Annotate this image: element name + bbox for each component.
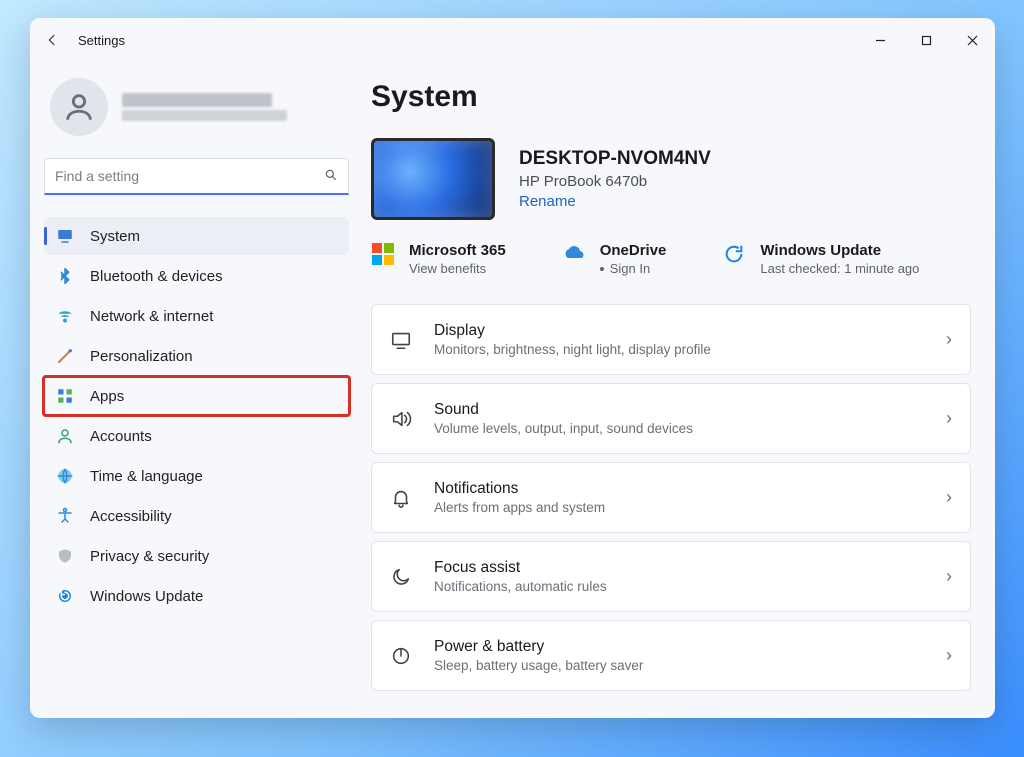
sidebar-item-label: Accounts <box>90 428 337 445</box>
search-icon <box>324 168 338 185</box>
sound-icon <box>390 408 412 430</box>
sidebar-item-accounts[interactable]: Accounts <box>44 417 349 455</box>
windows-update-card[interactable]: Windows Update Last checked: 1 minute ag… <box>722 242 919 276</box>
power-icon <box>390 645 412 667</box>
moon-icon <box>390 566 412 588</box>
profile-block[interactable] <box>44 72 349 154</box>
close-button[interactable] <box>949 25 995 55</box>
access-icon <box>56 507 74 525</box>
setting-item-focus-assist[interactable]: Focus assist Notifications, automatic rul… <box>371 541 971 612</box>
page-heading: System <box>371 80 971 114</box>
settings-window: Settings <box>30 18 995 718</box>
profile-name-blurred <box>122 93 287 121</box>
update-icon <box>56 587 74 605</box>
setting-subtitle: Volume levels, output, input, sound devi… <box>434 421 924 436</box>
sidebar-item-label: Windows Update <box>90 588 337 605</box>
avatar <box>50 78 108 136</box>
microsoft-logo-icon <box>371 242 395 266</box>
setting-title: Focus assist <box>434 559 924 577</box>
maximize-button[interactable] <box>903 25 949 55</box>
m365-card[interactable]: Microsoft 365 View benefits <box>371 242 506 276</box>
sidebar-item-accessibility[interactable]: Accessibility <box>44 497 349 535</box>
settings-list: Display Monitors, brightness, night light… <box>371 304 971 691</box>
sidebar-item-label: Network & internet <box>90 308 337 325</box>
setting-title: Power & battery <box>434 638 924 656</box>
sidebar-item-label: Privacy & security <box>90 548 337 565</box>
sidebar-item-label: Accessibility <box>90 508 337 525</box>
sidebar-item-personalization[interactable]: Personalization <box>44 337 349 375</box>
sidebar: Find a setting System Bluetooth & devices… <box>30 62 361 718</box>
sidebar-item-bluetooth-devices[interactable]: Bluetooth & devices <box>44 257 349 295</box>
wifi-icon <box>56 307 74 325</box>
onedrive-title: OneDrive <box>600 242 667 259</box>
cloud-row: Microsoft 365 View benefits OneDrive Sig… <box>371 242 971 276</box>
sidebar-item-windows-update[interactable]: Windows Update <box>44 577 349 615</box>
sidebar-item-privacy-security[interactable]: Privacy & security <box>44 537 349 575</box>
m365-sub: View benefits <box>409 261 506 276</box>
monitor-icon <box>56 227 74 245</box>
chevron-right-icon: › <box>946 329 952 350</box>
sidebar-item-time-language[interactable]: Time & language <box>44 457 349 495</box>
sidebar-item-system[interactable]: System <box>44 217 349 255</box>
m365-title: Microsoft 365 <box>409 242 506 259</box>
chevron-right-icon: › <box>946 487 952 508</box>
setting-item-display[interactable]: Display Monitors, brightness, night light… <box>371 304 971 375</box>
shield-icon <box>56 547 74 565</box>
setting-item-notifications[interactable]: Notifications Alerts from apps and system… <box>371 462 971 533</box>
sidebar-item-label: System <box>90 228 337 245</box>
apps-icon <box>56 387 74 405</box>
person-icon <box>56 427 74 445</box>
onedrive-sub: Sign In <box>600 261 667 276</box>
device-row: DESKTOP-NVOM4NV HP ProBook 6470b Rename <box>371 138 971 220</box>
display-icon <box>390 329 412 351</box>
onedrive-card[interactable]: OneDrive Sign In <box>562 242 667 276</box>
sidebar-item-label: Time & language <box>90 468 337 485</box>
setting-subtitle: Alerts from apps and system <box>434 500 924 515</box>
chevron-right-icon: › <box>946 645 952 666</box>
setting-title: Sound <box>434 401 924 419</box>
back-button[interactable] <box>42 30 62 50</box>
chevron-right-icon: › <box>946 408 952 429</box>
setting-title: Display <box>434 322 924 340</box>
device-model: HP ProBook 6470b <box>519 173 711 190</box>
setting-item-power-battery[interactable]: Power & battery Sleep, battery usage, bat… <box>371 620 971 691</box>
window-title: Settings <box>78 33 125 48</box>
setting-item-sound[interactable]: Sound Volume levels, output, input, sound… <box>371 383 971 454</box>
setting-title: Notifications <box>434 480 924 498</box>
titlebar: Settings <box>30 18 995 62</box>
sidebar-item-label: Personalization <box>90 348 337 365</box>
rename-link[interactable]: Rename <box>519 193 711 210</box>
bluetooth-icon <box>56 267 74 285</box>
search-input[interactable]: Find a setting <box>44 158 349 195</box>
sidebar-item-apps[interactable]: Apps <box>44 377 349 415</box>
update-icon <box>722 242 746 266</box>
search-placeholder: Find a setting <box>55 168 139 184</box>
main-content[interactable]: System DESKTOP-NVOM4NV HP ProBook 6470b … <box>361 62 995 718</box>
sidebar-item-label: Apps <box>90 388 337 405</box>
minimize-button[interactable] <box>857 25 903 55</box>
update-sub: Last checked: 1 minute ago <box>760 261 919 276</box>
sidebar-nav: System Bluetooth & devices Network & inter… <box>44 217 349 615</box>
globe-icon <box>56 467 74 485</box>
sidebar-item-label: Bluetooth & devices <box>90 268 337 285</box>
bell-icon <box>390 487 412 509</box>
onedrive-icon <box>562 242 586 266</box>
sidebar-item-network-internet[interactable]: Network & internet <box>44 297 349 335</box>
setting-subtitle: Sleep, battery usage, battery saver <box>434 658 924 673</box>
device-thumbnail[interactable] <box>371 138 495 220</box>
setting-subtitle: Notifications, automatic rules <box>434 579 924 594</box>
update-title: Windows Update <box>760 242 919 259</box>
setting-subtitle: Monitors, brightness, night light, displ… <box>434 342 924 357</box>
brush-icon <box>56 347 74 365</box>
device-name: DESKTOP-NVOM4NV <box>519 148 711 170</box>
chevron-right-icon: › <box>946 566 952 587</box>
